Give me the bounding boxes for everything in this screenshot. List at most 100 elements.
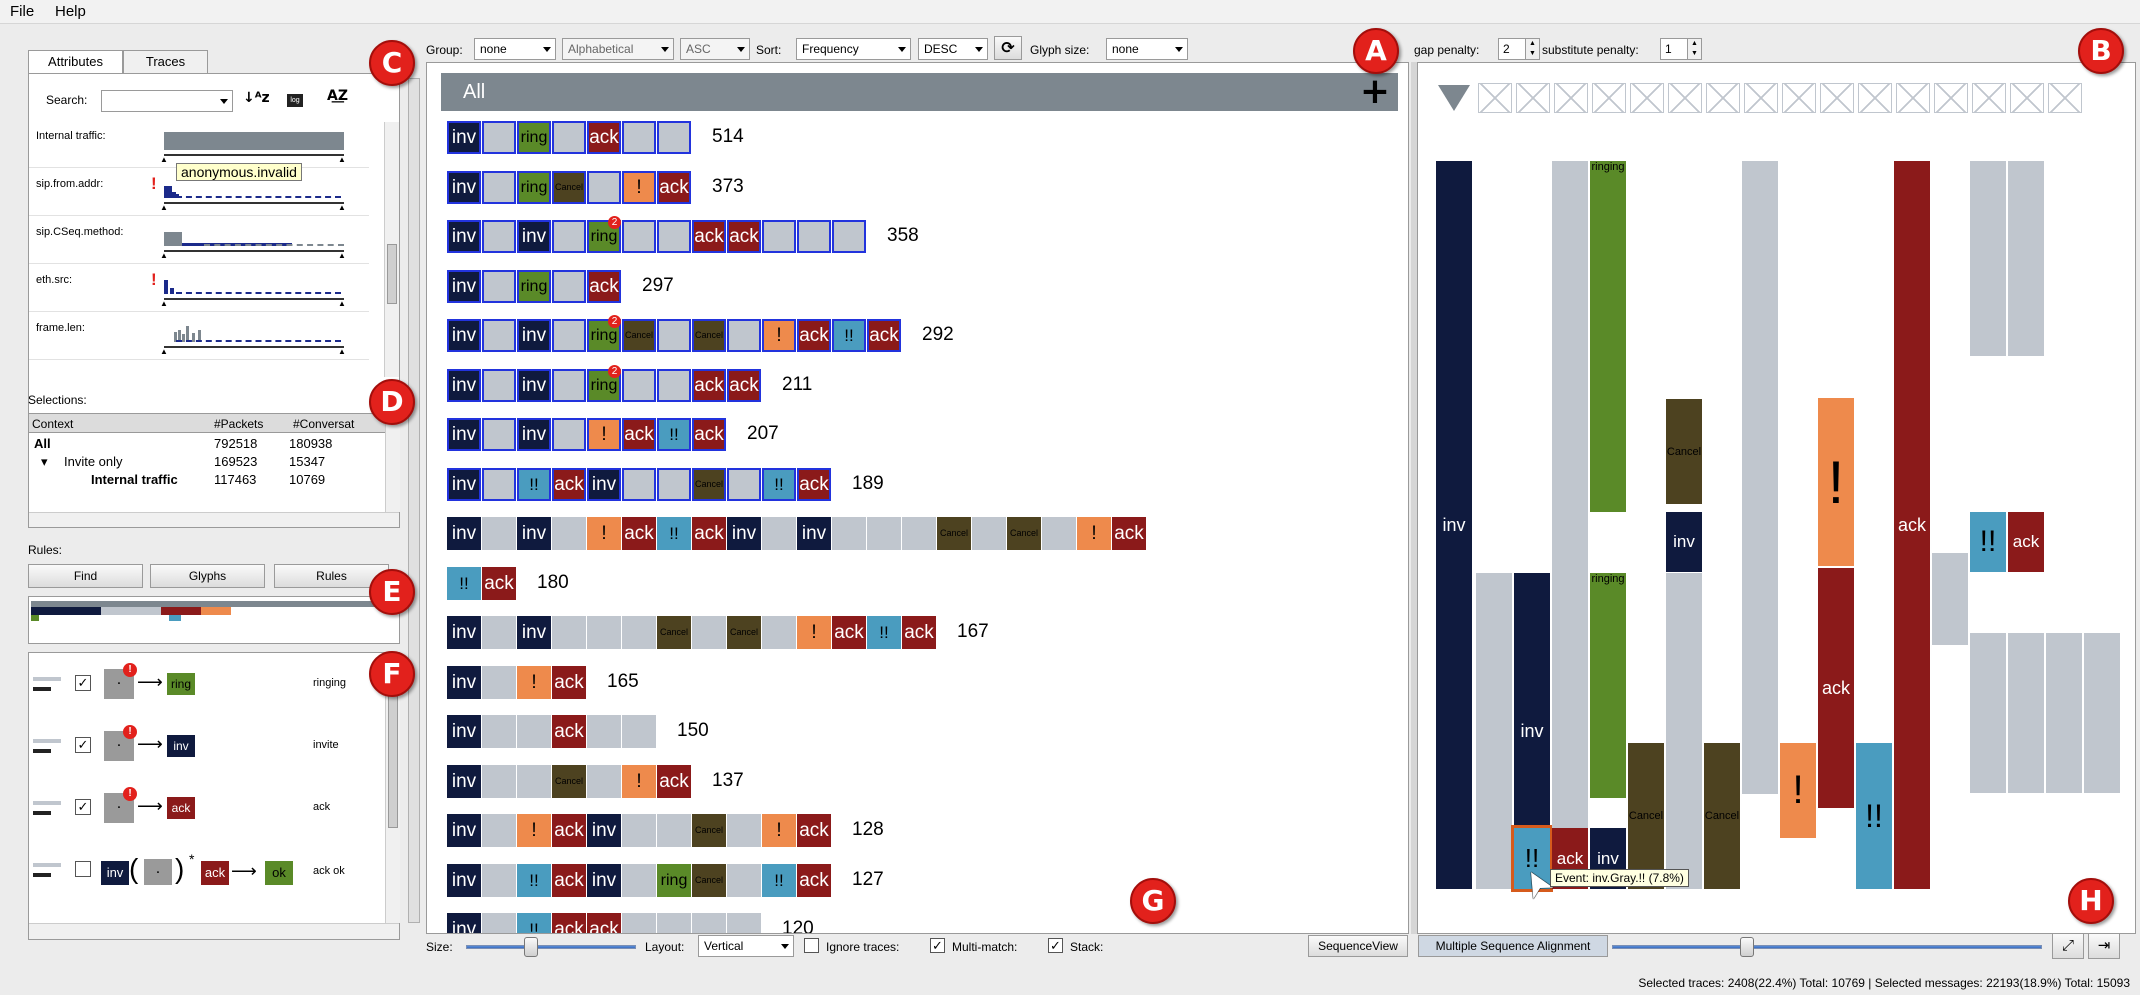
- sequence-glyph[interactable]: inv: [797, 517, 831, 550]
- msa-block[interactable]: [1666, 573, 1702, 889]
- sequence-glyph[interactable]: [552, 121, 586, 154]
- sequence-glyph[interactable]: !!: [657, 517, 691, 550]
- sequence-glyph[interactable]: inv: [447, 517, 481, 550]
- msa-block[interactable]: !: [1818, 398, 1854, 566]
- sequence-glyph[interactable]: [622, 368, 656, 402]
- sequence-glyph[interactable]: ring 2: [587, 216, 621, 253]
- sequence-view-button[interactable]: SequenceView: [1308, 935, 1408, 957]
- sequence-glyph[interactable]: ack: [622, 517, 656, 550]
- sequence-glyph[interactable]: ack: [797, 467, 831, 501]
- sequence-glyph[interactable]: inv: [447, 418, 481, 451]
- expand-icon[interactable]: ▾: [41, 454, 48, 470]
- sequence-glyph[interactable]: [657, 220, 691, 253]
- sequence-glyph[interactable]: ack: [902, 616, 936, 649]
- sequence-glyph[interactable]: ring: [517, 269, 551, 303]
- drag-handle-icon[interactable]: [33, 677, 61, 681]
- sequence-glyph[interactable]: Cancel: [692, 467, 726, 501]
- left-splitter[interactable]: [408, 78, 420, 923]
- attribute-histogram[interactable]: [164, 270, 344, 294]
- msa-block[interactable]: [1742, 161, 1778, 794]
- sequence-glyph[interactable]: [482, 467, 516, 501]
- msa-block[interactable]: inv: [1666, 512, 1702, 572]
- tab-traces[interactable]: Traces: [123, 50, 208, 74]
- sequence-glyph[interactable]: inv: [517, 319, 551, 352]
- sequence-glyph[interactable]: ack: [692, 418, 726, 451]
- sequence-glyph[interactable]: [552, 616, 586, 649]
- msa-inv-column[interactable]: inv: [1436, 161, 1472, 889]
- sequence-glyph[interactable]: inv: [447, 269, 481, 303]
- sequence-glyph[interactable]: inv: [447, 170, 481, 204]
- sequence-glyph[interactable]: [657, 319, 691, 352]
- range-handle-left[interactable]: ▲: [160, 347, 168, 356]
- range-handle-right[interactable]: ▲: [338, 251, 346, 260]
- sequence-glyph[interactable]: ack: [797, 863, 831, 897]
- sequence-glyph[interactable]: [622, 863, 656, 897]
- sequence-glyph[interactable]: [657, 368, 691, 402]
- msa-block[interactable]: Cancel: [1666, 399, 1702, 504]
- sequence-glyph[interactable]: !: [762, 814, 796, 847]
- sequence-glyph[interactable]: ack: [692, 368, 726, 402]
- sequence-glyph[interactable]: [622, 467, 656, 501]
- msa-block[interactable]: [2046, 633, 2082, 793]
- gap-penalty-spinner[interactable]: 2 ▲ ▼: [1498, 38, 1540, 60]
- sequence-glyph[interactable]: inv: [517, 616, 551, 649]
- sequence-glyph[interactable]: [587, 170, 621, 204]
- sequence-glyph[interactable]: !: [622, 170, 656, 204]
- sequence-glyph[interactable]: !: [622, 764, 656, 798]
- sequence-glyph[interactable]: ack: [552, 913, 586, 933]
- sequence-glyph[interactable]: inv: [447, 467, 481, 501]
- sequence-glyph[interactable]: Cancel: [692, 814, 726, 847]
- sequence-glyph[interactable]: [482, 715, 516, 748]
- sequence-glyph[interactable]: inv: [447, 764, 481, 798]
- table-row[interactable]: All: [34, 436, 51, 451]
- sequence-glyph[interactable]: [972, 517, 1006, 550]
- sequence-glyph[interactable]: [482, 517, 516, 550]
- sequence-glyph[interactable]: [517, 764, 551, 798]
- sequence-glyph[interactable]: Cancel: [1007, 517, 1041, 550]
- fit-screen-icon[interactable]: ⤢: [2052, 933, 2084, 959]
- sequence-glyph[interactable]: ack: [832, 616, 866, 649]
- rule-checkbox[interactable]: ✓: [75, 737, 91, 753]
- sequence-glyph[interactable]: ack: [1112, 517, 1146, 550]
- drag-handle-icon[interactable]: [33, 811, 51, 815]
- sequence-glyph[interactable]: !: [587, 418, 621, 451]
- sort-az-arrows-icon[interactable]: A͟Z: [327, 88, 348, 104]
- rule-checkbox[interactable]: ✓: [75, 675, 91, 691]
- sequence-glyph[interactable]: inv: [447, 319, 481, 352]
- order-select[interactable]: Alphabetical: [562, 38, 674, 60]
- rule-checkbox[interactable]: [75, 861, 91, 877]
- sequence-glyph[interactable]: [482, 418, 516, 451]
- log-scale-icon[interactable]: log: [287, 94, 303, 107]
- sequence-glyph[interactable]: [482, 220, 516, 253]
- msa-block[interactable]: Cancel: [1628, 743, 1664, 889]
- range-slider[interactable]: [164, 346, 344, 348]
- sequence-glyph[interactable]: [832, 220, 866, 253]
- sequence-glyph[interactable]: [552, 368, 586, 402]
- sequence-glyph[interactable]: inv: [517, 418, 551, 451]
- sequence-glyph[interactable]: [552, 269, 586, 303]
- sequence-glyph[interactable]: inv: [447, 616, 481, 649]
- sequence-glyph[interactable]: [727, 467, 761, 501]
- range-handle-right[interactable]: ▲: [338, 299, 346, 308]
- sequence-glyph[interactable]: ring: [517, 170, 551, 204]
- drag-handle-icon[interactable]: [33, 801, 61, 805]
- spinner-arrows-icon[interactable]: ▲ ▼: [1687, 39, 1701, 59]
- sort-az-icon[interactable]: ↓ᴬz: [243, 90, 270, 106]
- sequence-glyph[interactable]: ack: [587, 913, 621, 933]
- sequence-glyph[interactable]: !!: [762, 467, 796, 501]
- rule-row[interactable]: inv(.) * ack ⟶ ok ack ok: [29, 849, 385, 904]
- sequence-glyph[interactable]: [657, 121, 691, 154]
- selections-scrollbar[interactable]: [385, 414, 400, 512]
- range-handle-right[interactable]: ▲: [338, 203, 346, 212]
- toggle-arrows-icon[interactable]: ⇥: [2088, 933, 2120, 959]
- sequence-glyph[interactable]: ack: [587, 269, 621, 303]
- sequence-glyph[interactable]: [482, 814, 516, 847]
- sequence-glyph[interactable]: [482, 170, 516, 204]
- msa-block[interactable]: [2008, 633, 2044, 793]
- msa-button[interactable]: Multiple Sequence Alignment: [1418, 935, 1608, 957]
- sequence-glyph[interactable]: Cancel: [657, 616, 691, 649]
- drag-handle-icon[interactable]: [33, 873, 51, 877]
- scroll-thumb[interactable]: [387, 244, 397, 304]
- sequence-glyph[interactable]: inv: [447, 913, 481, 933]
- drag-handle-icon[interactable]: [33, 749, 51, 753]
